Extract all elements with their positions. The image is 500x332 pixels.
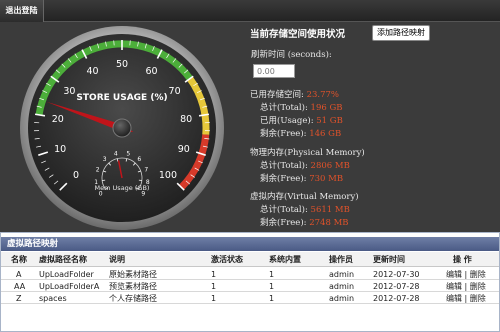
sub-gauge-tick-label: 2 — [96, 166, 100, 173]
gauge-title: STORE USAGE (%) — [76, 93, 167, 103]
phys-total-label: 总计(Total): — [260, 161, 308, 171]
total-value: 196 GB — [310, 103, 343, 113]
cell-operator: admin — [329, 294, 355, 303]
path-mapping-panel: 虚拟路径映射 名称 虚拟路径名称 说明 激活状态 系统内置 操作员 更新时间 操… — [0, 232, 500, 332]
delete-link[interactable]: 删除 — [470, 282, 486, 291]
col-virtual-path: 虚拟路径名称 — [39, 255, 87, 264]
storage-panel: 退出登陆 0 10 20 30 40 50 60 70 80 90 100 ST… — [0, 0, 500, 232]
table-row: Z spaces 个人存储路径 1 1 admin 2012-07-28 编辑 … — [1, 293, 499, 304]
storage-gauge: 0 10 20 30 40 50 60 70 80 90 100 STORE USAGE (%) 0… — [0, 20, 245, 232]
delete-link[interactable]: 删除 — [470, 294, 486, 303]
col-name: 名称 — [11, 255, 27, 264]
edit-link[interactable]: 编辑 — [446, 294, 462, 303]
cell-name: Z — [16, 294, 22, 303]
gauge-tick-label: 40 — [86, 66, 98, 77]
usage-line: 已用(Usage): 51 GB — [260, 114, 343, 126]
cell-builtin: 1 — [269, 270, 275, 279]
phys-total-value: 2806 MB — [310, 161, 350, 171]
col-actions: 操 作 — [453, 255, 472, 264]
sub-gauge-tick-label: 3 — [103, 156, 107, 163]
cell-name: A — [16, 270, 22, 279]
gauge-tick-label: 30 — [63, 86, 75, 97]
gauge-tick-label: 70 — [169, 86, 181, 97]
cell-active: 1 — [211, 282, 217, 291]
storage-used-line: 已用存储空间: 23.77% — [250, 88, 339, 100]
table-row: AA UpLoadFolderA 预览素材路径 1 1 admin 2012-0… — [1, 281, 499, 292]
gauge-tick-label: 10 — [54, 144, 66, 155]
col-operator: 操作员 — [329, 255, 353, 264]
delete-link[interactable]: 删除 — [470, 270, 486, 279]
virt-free-value: 2748 MB — [309, 218, 349, 228]
edit-link[interactable]: 编辑 — [446, 282, 462, 291]
virtual-memory-title: 虚拟内存(Virtual Memory) — [250, 192, 359, 202]
logout-button[interactable]: 退出登陆 — [0, 0, 44, 22]
cell-updated: 2012-07-30 — [373, 270, 420, 279]
gauge-svg: 0102030405060708090100 STORE USAGE (%) 0… — [20, 26, 224, 230]
gauge-tick-label: 100 — [159, 170, 177, 181]
virt-free-label: 剩余(Free): — [260, 218, 307, 228]
gauge-tick-label: 80 — [180, 114, 192, 125]
cell-desc: 原始素材路径 — [109, 270, 157, 279]
cell-path: UpLoadFolder — [39, 270, 94, 279]
cell-builtin: 1 — [269, 294, 275, 303]
col-builtin: 系统内置 — [269, 255, 301, 264]
cell-updated: 2012-07-28 — [373, 282, 420, 291]
col-updated: 更新时间 — [373, 255, 405, 264]
physical-memory-title: 物理内存(Physical Memory) — [250, 148, 365, 158]
sub-gauge-tick-label: 7 — [144, 166, 148, 173]
sub-gauge-tick-label: 4 — [114, 150, 118, 157]
cell-name: AA — [14, 282, 26, 291]
gauge-tick-label: 90 — [178, 144, 190, 155]
usage-value: 51 GB — [316, 116, 343, 126]
col-active: 激活状态 — [211, 255, 243, 264]
gauge-hub — [112, 118, 132, 138]
virt-free-line: 剩余(Free): 2748 MB — [260, 216, 349, 228]
cell-path: UpLoadFolderA — [39, 282, 100, 291]
cell-active: 1 — [211, 270, 217, 279]
cell-path: spaces — [39, 294, 67, 303]
col-description: 说明 — [109, 255, 125, 264]
cell-desc: 预览素材路径 — [109, 282, 157, 291]
refresh-label: 刷新时间 (seconds): — [251, 50, 332, 60]
cell-operator: admin — [329, 282, 355, 291]
path-mapping-title: 虚拟路径映射 — [1, 237, 499, 251]
usage-label: 已用(Usage): — [260, 116, 314, 126]
gauge-tick-label: 50 — [116, 59, 128, 70]
cell-active: 1 — [211, 294, 217, 303]
header-bar: 退出登陆 — [0, 0, 500, 22]
virt-total-label: 总计(Total): — [260, 205, 308, 215]
row-actions: 编辑 | 删除 — [446, 270, 486, 279]
sub-gauge-tick-label: 6 — [137, 156, 141, 163]
gauge-tick-label: 20 — [52, 114, 64, 125]
gauge-tick-label: 0 — [73, 170, 79, 181]
storage-used-value: 23.77% — [306, 90, 339, 100]
sub-gauge-title: Mem Usage (GB) — [95, 184, 150, 192]
virt-total-line: 总计(Total): 5611 MB — [260, 203, 350, 215]
free-label: 剩余(Free): — [260, 129, 307, 139]
phys-free-label: 剩余(Free): — [260, 174, 307, 184]
free-value: 146 GB — [309, 129, 342, 139]
gauge-tick-label: 60 — [145, 66, 157, 77]
phys-total-line: 总计(Total): 2806 MB — [260, 159, 350, 171]
refresh-input[interactable] — [253, 64, 295, 78]
storage-used-label: 已用存储空间: — [250, 90, 304, 100]
row-actions: 编辑 | 删除 — [446, 294, 486, 303]
cell-operator: admin — [329, 270, 355, 279]
total-line: 总计(Total): 196 GB — [260, 101, 343, 113]
storage-status-title: 当前存储空间使用状况 — [250, 29, 346, 40]
phys-free-line: 剩余(Free): 730 MB — [260, 172, 343, 184]
cell-updated: 2012-07-28 — [373, 294, 420, 303]
add-path-mapping-button[interactable]: 添加路径映射 — [372, 25, 430, 41]
total-label: 总计(Total): — [260, 103, 308, 113]
table-row: A UpLoadFolder 原始素材路径 1 1 admin 2012-07-… — [1, 269, 499, 280]
row-actions: 编辑 | 删除 — [446, 282, 486, 291]
phys-free-value: 730 MB — [309, 174, 344, 184]
cell-desc: 个人存储路径 — [109, 294, 157, 303]
cell-builtin: 1 — [269, 282, 275, 291]
virt-total-value: 5611 MB — [310, 205, 350, 215]
sub-gauge-tick-label: 5 — [126, 150, 130, 157]
free-line: 剩余(Free): 146 GB — [260, 127, 341, 139]
edit-link[interactable]: 编辑 — [446, 270, 462, 279]
